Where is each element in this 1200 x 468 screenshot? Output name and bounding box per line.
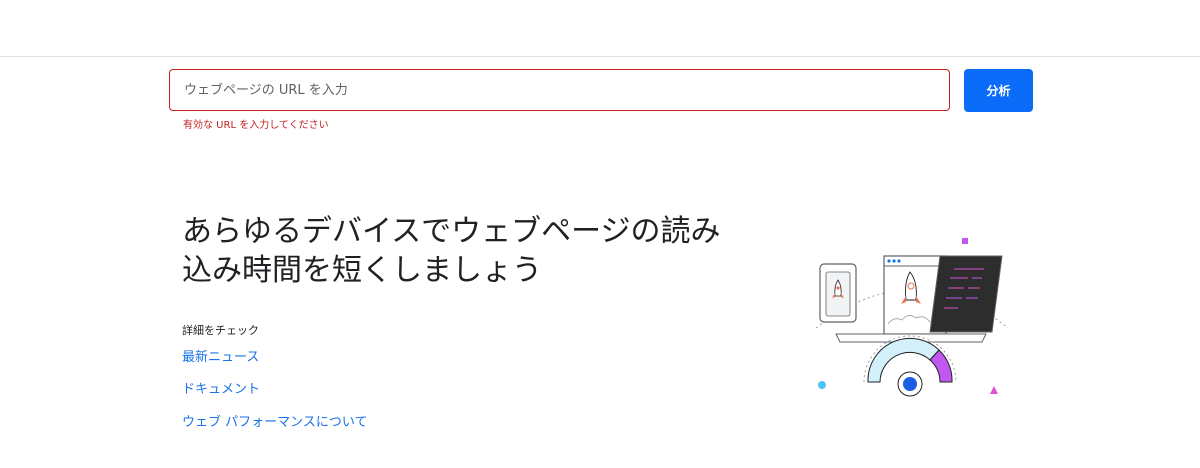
link-latest-news[interactable]: 最新ニュース [182,346,259,365]
analyze-button[interactable]: 分析 [964,69,1033,112]
phone-rocket-icon [819,263,857,323]
learn-more-label: 詳細をチェック [182,324,259,337]
performance-illustration [815,238,1009,397]
hero-section: あらゆるデバイスでウェブページの読み 込み時間を短くしましょう 詳細をチェック … [182,212,782,430]
purple-square-decoration [962,238,968,244]
url-error-message: 有効な URL を入力してください [183,120,329,131]
link-documentation[interactable]: ドキュメント [182,378,260,397]
speed-gauge-icon [863,335,957,397]
hero-title-line-1: あらゆるデバイスでウェブページの読み [182,214,721,249]
hero-title: あらゆるデバイスでウェブページの読み 込み時間を短くしましょう [182,212,782,290]
link-about-web-performance[interactable]: ウェブ パフォーマンスについて [182,411,367,430]
top-bar [0,0,1200,57]
pink-triangle-decoration [990,386,998,394]
blue-dot-decoration [818,381,826,389]
url-input[interactable] [169,69,950,111]
code-window-icon [929,255,1003,333]
hero-title-line-2: 込み時間を短くしましょう [182,253,542,288]
